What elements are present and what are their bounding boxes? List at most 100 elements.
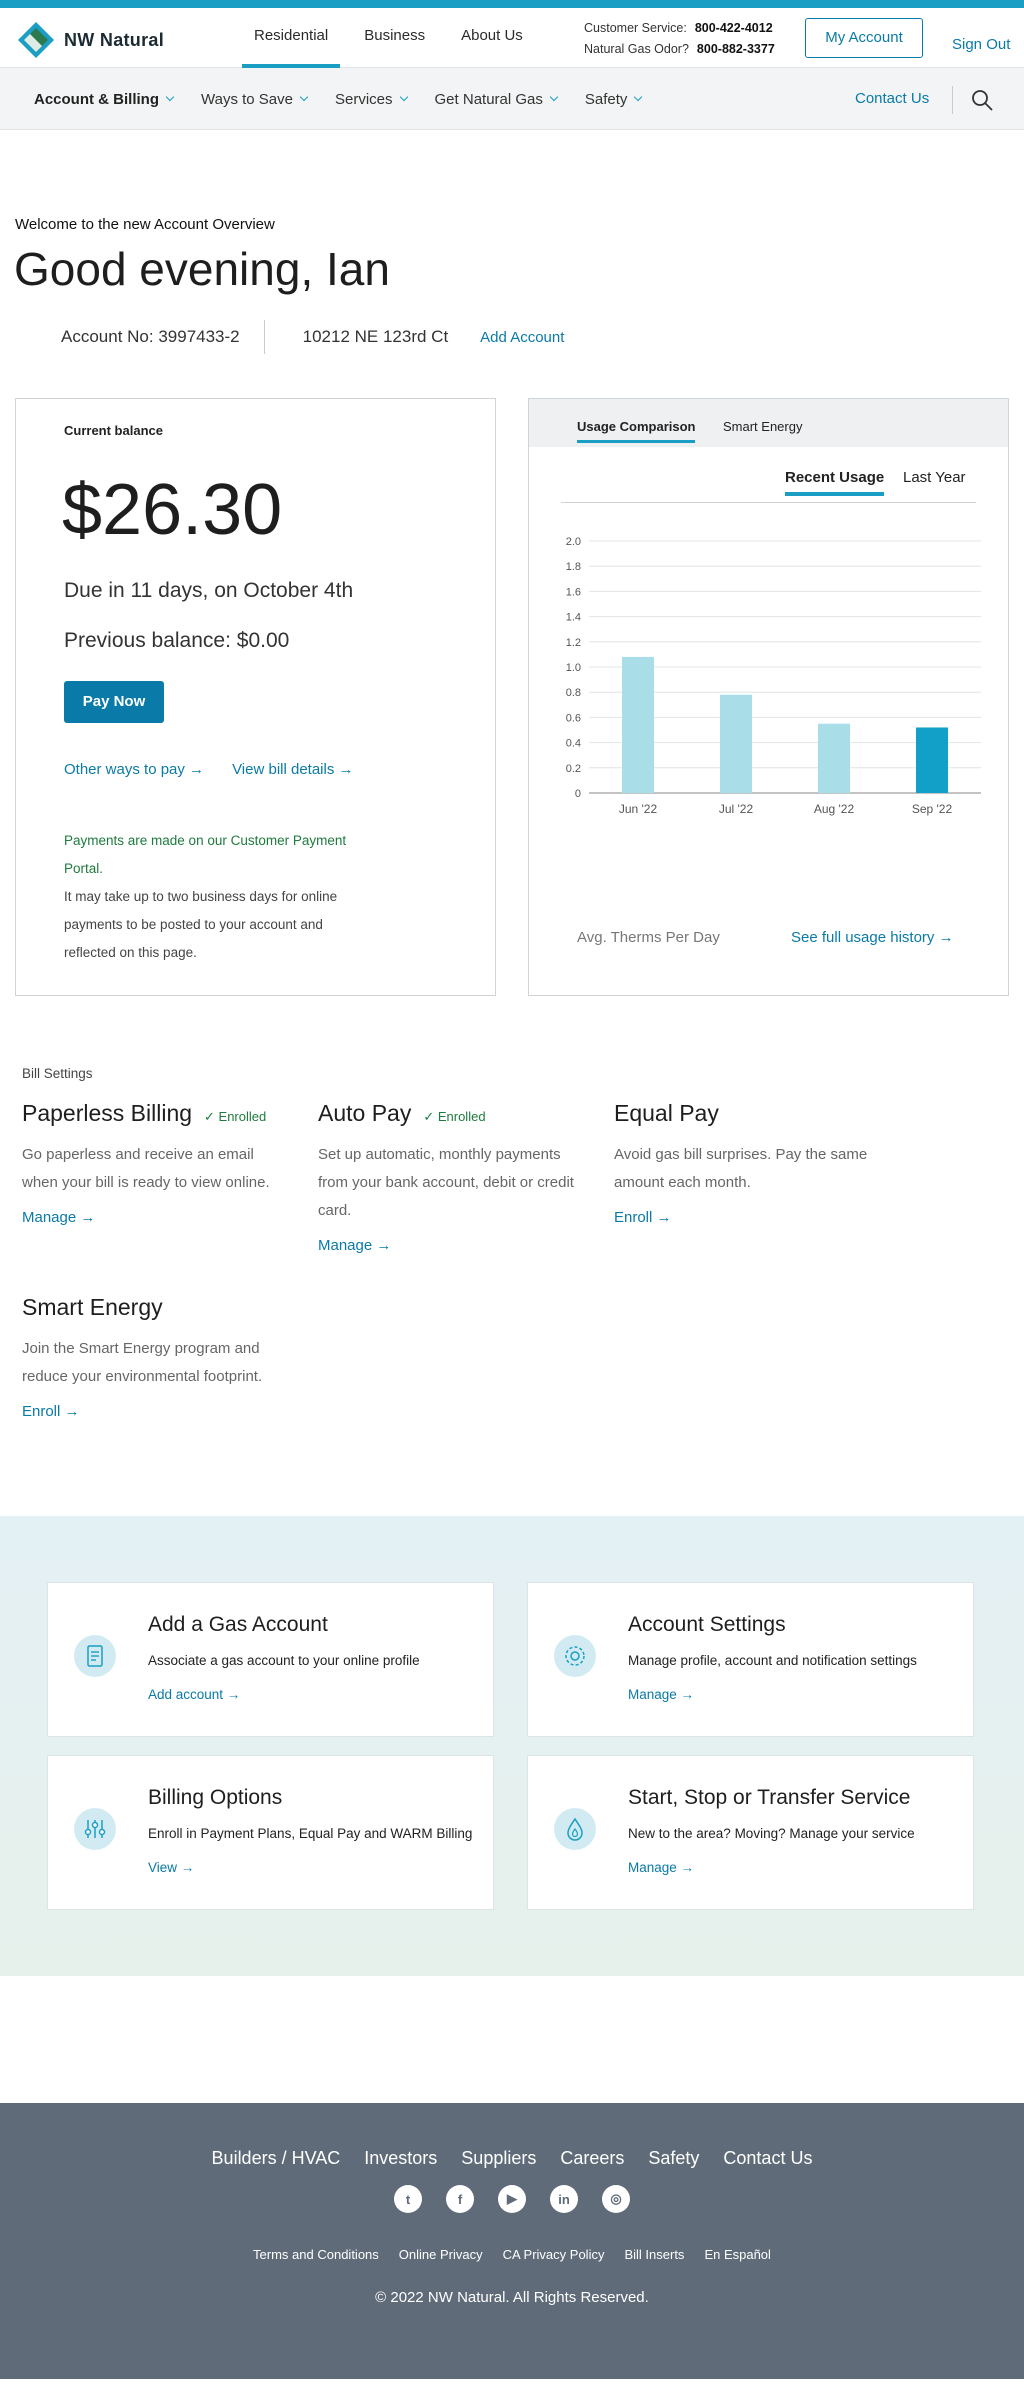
enroll-smart-energy-link[interactable]: Enroll → [22,1403,80,1420]
online-privacy-link[interactable]: Online Privacy [399,2247,483,2262]
nw-natural-logo[interactable]: NW Natural [16,20,164,60]
contact-block: Customer Service: 800-422-4012 Natural Ga… [584,18,775,60]
subnav-label: Account & Billing [34,90,159,108]
usage-bar[interactable] [818,723,850,793]
usage-bar[interactable] [916,727,948,793]
balance-amount: $26.30 [62,470,283,550]
start-stop-transfer-tile[interactable]: Start, Stop or Transfer Service New to t… [527,1755,974,1910]
other-ways-to-pay-link[interactable]: Other ways to pay → [64,761,204,778]
add-account-link[interactable]: Add account → [148,1687,240,1702]
y-tick-label: 1.0 [566,662,581,674]
subnav-get-natural-gas[interactable]: Get Natural Gas [434,90,559,108]
manage-service-link[interactable]: Manage → [628,1860,694,1875]
billing-options-tile[interactable]: Billing Options Enroll in Payment Plans,… [47,1755,494,1910]
subnav-label: Safety [584,90,628,108]
subnav-account-billing[interactable]: Account & Billing [34,90,175,108]
subnav-ways-to-save[interactable]: Ways to Save [201,90,309,108]
instagram-icon[interactable]: ◎ [602,2185,630,2213]
enroll-equal-pay-link[interactable]: Enroll → [614,1209,672,1226]
tab-last-year[interactable]: Last Year [903,469,966,486]
linkedin-icon[interactable]: in [550,2185,578,2213]
auto-pay-setting: Auto Pay ✓ Enrolled Set up automatic, mon… [318,1100,588,1255]
tile-description: New to the area? Moving? Manage your ser… [628,1826,915,1841]
pay-now-button[interactable]: Pay Now [64,681,164,723]
welcome-text: Welcome to the new Account Overview [15,216,275,233]
subnav-label: Services [334,90,393,108]
account-settings-tile[interactable]: Account Settings Manage profile, account… [527,1582,974,1737]
bill-inserts-link[interactable]: Bill Inserts [624,2247,684,2262]
tile-title: Account Settings [628,1613,786,1636]
my-account-button[interactable]: My Account [805,18,923,58]
y-tick-label: 0.6 [566,712,581,724]
footer-link-careers[interactable]: Careers [560,2148,624,2169]
nav-residential[interactable]: Residential [242,8,341,68]
footer-link-safety[interactable]: Safety [648,2148,699,2169]
top-accent-bar [0,0,1024,8]
view-bill-details-link[interactable]: View bill details → [232,761,353,778]
view-billing-options-link[interactable]: View → [148,1860,194,1875]
footer-links: Builders / HVAC Investors Suppliers Care… [0,2148,1024,2169]
full-usage-history-link[interactable]: See full usage history → [791,929,954,946]
footer-link-contact[interactable]: Contact Us [723,2148,812,2169]
facebook-icon[interactable]: f [446,2185,474,2213]
footer-link-suppliers[interactable]: Suppliers [461,2148,536,2169]
footer-link-builders[interactable]: Builders / HVAC [212,2148,341,2169]
due-date: Due in 11 days, on October 4th [64,579,354,602]
sliders-icon [74,1808,116,1850]
y-tick-label: 0 [575,788,581,800]
usage-bar[interactable] [622,656,654,793]
subnav-label: Ways to Save [201,90,293,108]
ca-privacy-link[interactable]: CA Privacy Policy [503,2247,605,2262]
balance-links: Other ways to pay → View bill details → [64,761,382,778]
usage-card: Usage Comparison Smart Energy Recent Usa… [528,398,1009,996]
legal-links: Terms and Conditions Online Privacy CA P… [0,2247,1024,2262]
tile-title: Start, Stop or Transfer Service [628,1786,911,1809]
nav-business[interactable]: Business [352,8,437,68]
tile-title: Add a Gas Account [148,1613,328,1636]
manage-paperless-link[interactable]: Manage → [22,1209,95,1226]
y-tick-label: 1.6 [566,586,581,598]
nav-about-us[interactable]: About Us [449,8,535,68]
manage-auto-pay-link[interactable]: Manage → [318,1237,391,1254]
tile-description: Associate a gas account to your online p… [148,1653,420,1668]
youtube-icon[interactable]: ▶ [498,2185,526,2213]
customer-service-phone[interactable]: 800-422-4012 [695,21,773,35]
contact-us-link[interactable]: Contact Us [855,90,929,107]
setting-description: Go paperless and receive an email when y… [22,1146,270,1191]
chevron-down-icon [299,92,309,102]
chevron-down-icon [634,92,643,102]
sign-out-link[interactable]: Sign Out [952,36,1010,53]
gas-odor-phone[interactable]: 800-882-3377 [697,42,775,56]
tab-smart-energy[interactable]: Smart Energy [723,419,802,434]
add-account-link[interactable]: Add Account [480,329,564,346]
subnav-label: Get Natural Gas [434,90,543,108]
main-nav: Residential Business About Us [242,8,547,68]
usage-bar[interactable] [720,694,752,793]
service-address: 10212 NE 123rd Ct [302,327,449,346]
document-icon [74,1635,116,1677]
add-gas-account-tile[interactable]: Add a Gas Account Associate a gas accoun… [47,1582,494,1737]
usage-tabs: Usage Comparison Smart Energy [529,399,1008,447]
espanol-link[interactable]: En Español [704,2247,771,2262]
tab-recent-usage[interactable]: Recent Usage [785,469,885,496]
search-icon[interactable] [970,88,994,112]
twitter-icon[interactable]: t [394,2185,422,2213]
logo-text: NW Natural [64,29,165,50]
terms-link[interactable]: Terms and Conditions [253,2247,379,2262]
account-number: Account No: 3997433-2 [61,327,240,346]
x-tick-label: Sep '22 [912,802,953,816]
x-tick-label: Jun '22 [619,802,658,816]
y-tick-label: 1.8 [566,561,581,573]
subnav-services[interactable]: Services [334,90,408,108]
subnav-safety[interactable]: Safety [584,90,643,108]
setting-description: Join the Smart Energy program and reduce… [22,1340,263,1385]
tab-usage-comparison[interactable]: Usage Comparison [577,419,696,443]
footer-link-investors[interactable]: Investors [364,2148,437,2169]
customer-service-label: Customer Service: [584,21,687,35]
y-tick-label: 0.2 [566,763,581,775]
page-title: Good evening, Ian [14,243,390,295]
manage-settings-link[interactable]: Manage → [628,1687,694,1702]
enrolled-badge: ✓ Enrolled [204,1109,267,1124]
tile-description: Enroll in Payment Plans, Equal Pay and W… [148,1826,473,1841]
payment-portal-note[interactable]: Payments are made on our Customer Paymen… [64,827,364,883]
